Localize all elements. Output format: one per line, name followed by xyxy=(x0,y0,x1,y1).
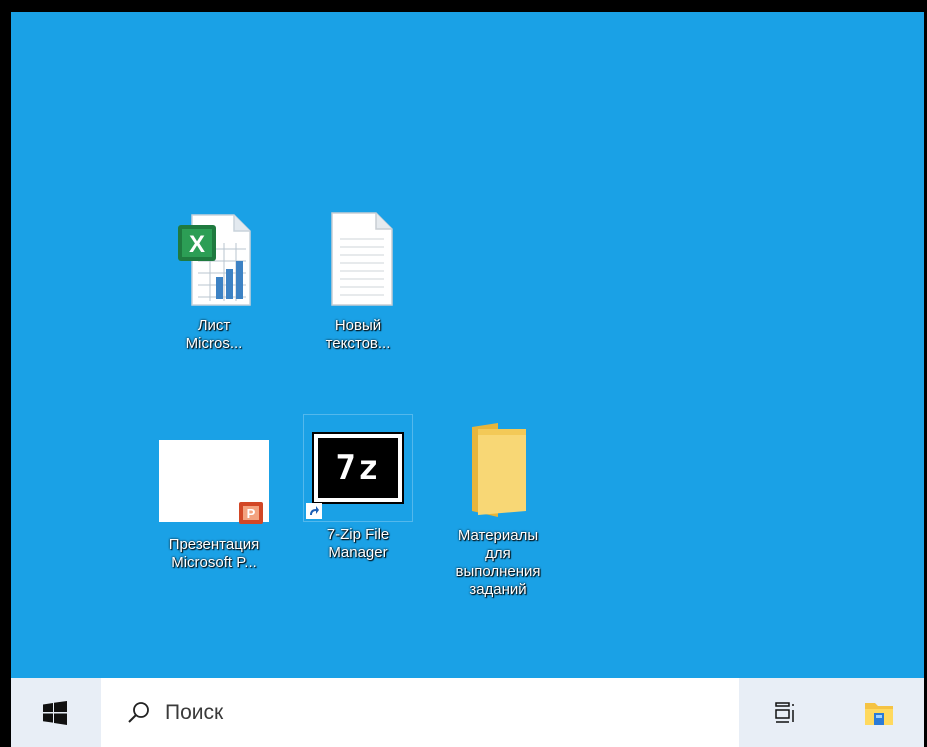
excel-sheet-icon: X xyxy=(157,205,271,313)
svg-text:X: X xyxy=(189,231,205,258)
desktop-icon-label: Презентация Microsoft P... xyxy=(168,536,260,571)
taskbar: Поиск xyxy=(11,678,924,747)
search-placeholder: Поиск xyxy=(165,700,224,724)
windows-logo-icon xyxy=(43,700,67,725)
file-explorer-icon xyxy=(865,702,893,725)
shortcut-arrow-icon xyxy=(306,503,322,519)
folder-icon xyxy=(441,415,555,523)
task-view-button[interactable] xyxy=(756,678,816,747)
7zip-logo: 7z xyxy=(312,432,404,504)
text-document-icon xyxy=(301,205,415,313)
search-box[interactable]: Поиск xyxy=(101,678,739,747)
start-button[interactable] xyxy=(11,678,99,747)
desktop-icon-text-document[interactable]: Новый текстов... xyxy=(298,205,418,353)
desktop-icon-label: Лист Micros... xyxy=(185,317,243,352)
svg-text:P: P xyxy=(247,506,256,521)
7zip-badge-text: 7z xyxy=(335,448,381,488)
desktop-icon-folder[interactable]: Материалы для выполнения заданий xyxy=(438,415,558,599)
desktop-icon-excel-sheet[interactable]: X Лист Micros... xyxy=(154,205,274,353)
powerpoint-presentation-icon: P xyxy=(157,424,271,532)
desktop-icon-label: Материалы для выполнения заданий xyxy=(455,527,541,598)
desktop-icon-label: 7-Zip File Manager xyxy=(326,526,390,561)
desktop: X Лист Micros... Новый текстов... P През… xyxy=(11,12,924,678)
task-view-icon xyxy=(775,701,794,723)
7zip-icon: 7z xyxy=(303,414,413,522)
desktop-icon-powerpoint-presentation[interactable]: P Презентация Microsoft P... xyxy=(154,424,274,572)
search-icon xyxy=(128,701,149,723)
file-explorer-button[interactable] xyxy=(849,678,909,747)
desktop-icon-7zip[interactable]: 7z 7-Zip File Manager xyxy=(298,408,418,562)
desktop-icon-label: Новый текстов... xyxy=(325,317,391,352)
